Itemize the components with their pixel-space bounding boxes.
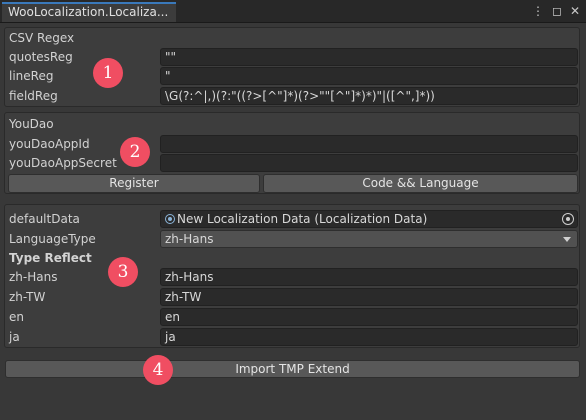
window-controls: ⋮ ◻ ✕ [532, 4, 580, 18]
reflect-field-ja[interactable]: ja [160, 328, 578, 346]
quotes-reg-field[interactable]: "" [160, 48, 578, 66]
reflect-field-zh-tw[interactable]: zh-TW [160, 288, 578, 306]
chevron-down-icon [563, 237, 571, 242]
reflect-label-zh-tw: zh-TW [9, 290, 46, 304]
field-reg-field[interactable]: \G(?:^|,)(?:"((?>[^"]*)(?>""[^"]*)*)"|([… [160, 87, 578, 105]
maximize-icon[interactable]: ◻ [552, 4, 562, 18]
import-tmp-extend-button[interactable]: Import TMP Extend [5, 360, 580, 378]
language-type-value: zh-Hans [165, 232, 214, 246]
reflect-label-en: en [9, 310, 24, 324]
more-vert-icon[interactable]: ⋮ [532, 4, 544, 18]
annotation-badge-2: 2 [120, 137, 150, 167]
code-language-button[interactable]: Code && Language [263, 174, 578, 193]
annotation-badge-4: 4 [143, 355, 173, 385]
csv-regex-section: CSV Regex quotesReg "" lineReg " fieldRe… [4, 27, 580, 107]
register-button[interactable]: Register [8, 174, 260, 193]
default-data-field[interactable]: New Localization Data (Localization Data… [160, 210, 578, 228]
youdao-heading: YouDao [9, 117, 54, 131]
youdao-secret-label: youDaoAppSecret [9, 156, 117, 170]
quotes-reg-label: quotesReg [9, 50, 73, 64]
window-tab-title: WooLocalization.Localiza... [8, 5, 169, 19]
scriptable-object-icon [165, 214, 175, 224]
type-reflect-heading: Type Reflect [9, 251, 92, 265]
reflect-label-zh-hans: zh-Hans [9, 270, 58, 284]
tab-bar: WooLocalization.Localiza... ⋮ ◻ ✕ [0, 0, 586, 23]
localization-data-section: defaultData New Localization Data (Local… [4, 204, 580, 348]
annotation-badge-3: 3 [108, 257, 138, 287]
reflect-label-ja: ja [9, 330, 20, 344]
youdao-section: YouDao youDaoAppId youDaoAppSecret Regis… [4, 112, 580, 194]
reflect-field-en[interactable]: en [160, 308, 578, 326]
object-picker-icon[interactable] [562, 213, 574, 225]
default-data-label: defaultData [9, 212, 80, 226]
line-reg-label: lineReg [9, 69, 54, 83]
youdao-appid-label: youDaoAppId [9, 137, 90, 151]
reflect-field-zh-hans[interactable]: zh-Hans [160, 268, 578, 286]
language-type-label: LanguageType [9, 232, 96, 246]
default-data-value: New Localization Data (Localization Data… [177, 212, 428, 226]
field-reg-label: fieldReg [9, 89, 58, 103]
close-icon[interactable]: ✕ [570, 4, 580, 18]
window-tab[interactable]: WooLocalization.Localiza... [2, 2, 176, 22]
annotation-badge-1: 1 [93, 58, 123, 88]
youdao-secret-field[interactable] [160, 154, 578, 172]
language-type-select[interactable]: zh-Hans [160, 230, 578, 248]
csv-regex-heading: CSV Regex [9, 31, 75, 45]
line-reg-field[interactable]: " [160, 67, 578, 85]
youdao-appid-field[interactable] [160, 135, 578, 153]
